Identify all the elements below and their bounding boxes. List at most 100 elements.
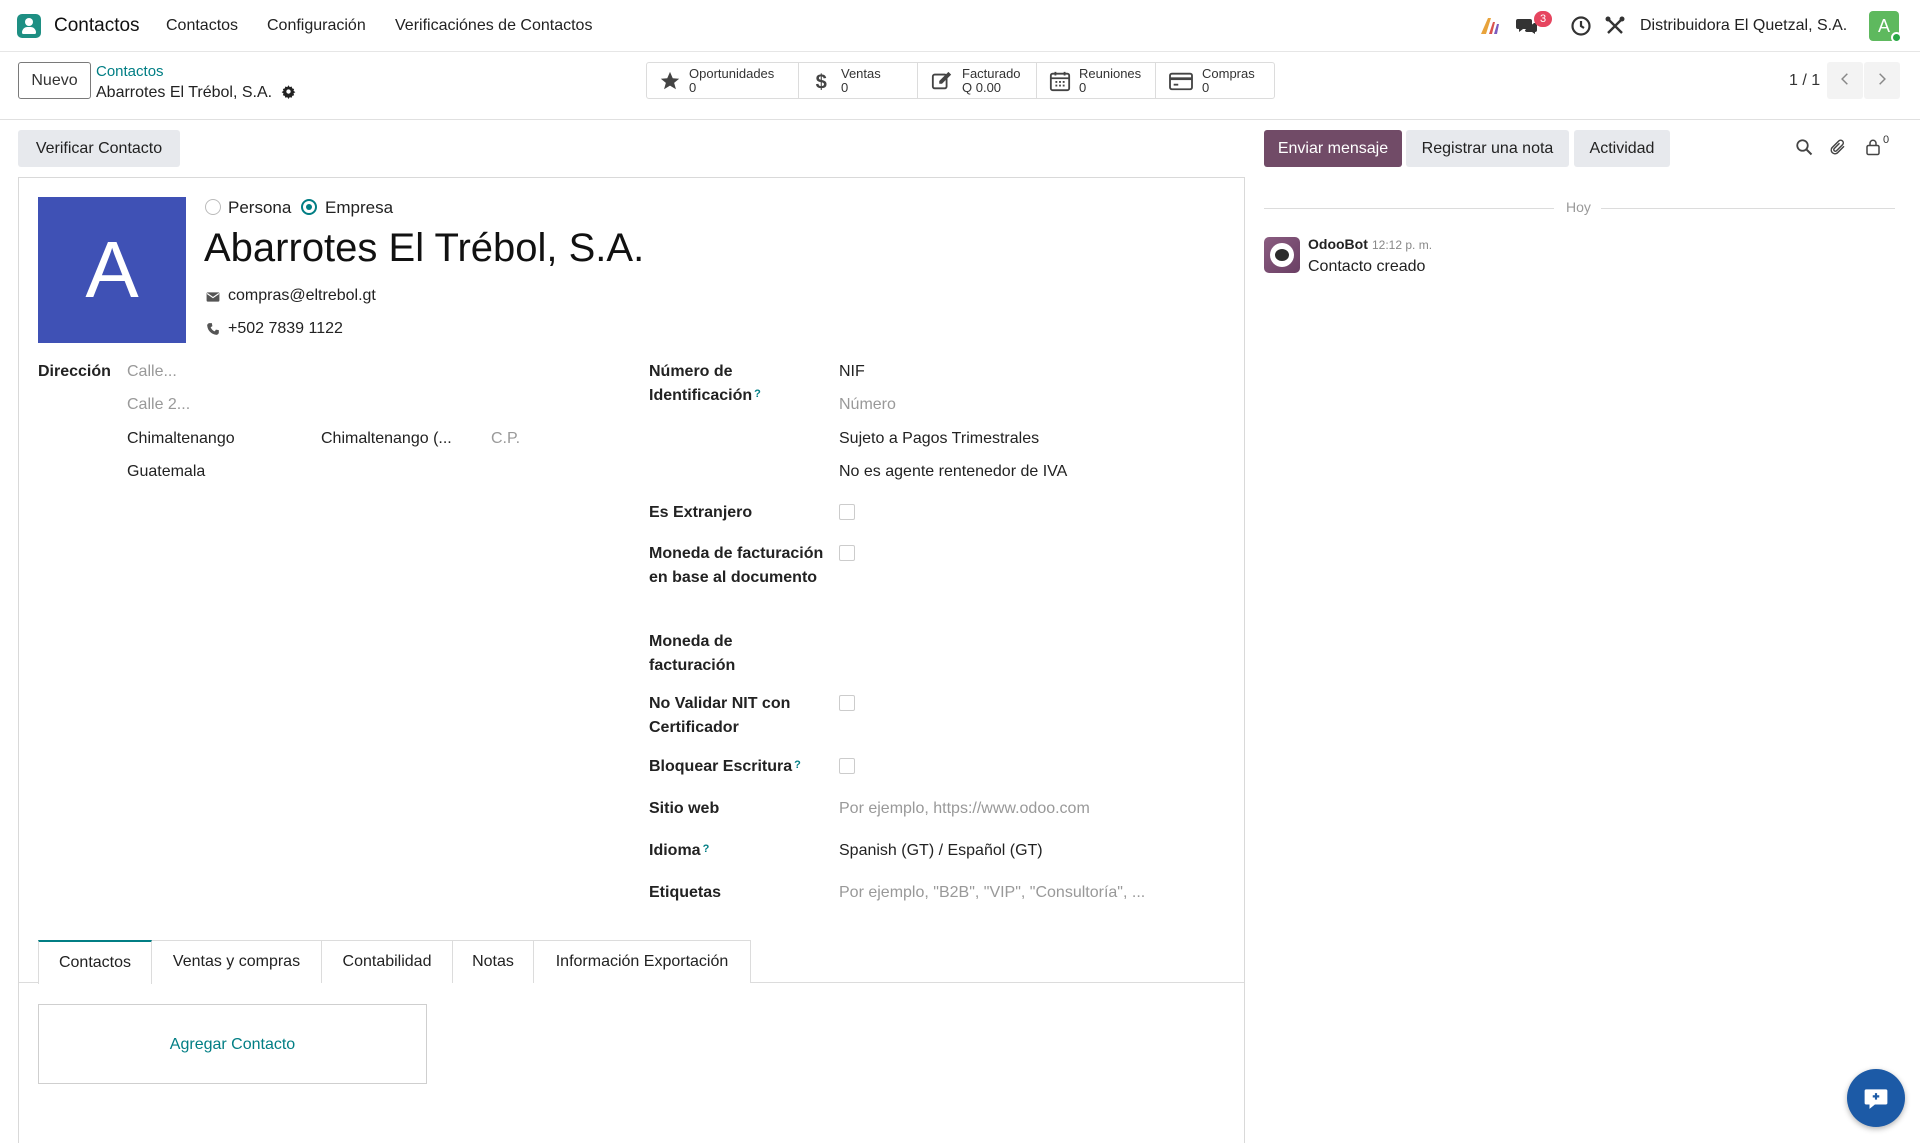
chevron-right-icon xyxy=(1879,73,1886,85)
lock-write-label-text: Bloquear Escritura xyxy=(649,758,793,775)
app-name[interactable]: Contactos xyxy=(54,15,140,37)
chat-plus-icon xyxy=(1864,1089,1888,1109)
smart-button-facturado[interactable]: Facturado Q 0.00 xyxy=(918,63,1037,98)
currency-label: Moneda de facturación xyxy=(649,633,736,674)
add-contact-button[interactable]: Agregar Contacto xyxy=(38,1004,427,1084)
smart-button-ventas[interactable]: $ Ventas 0 xyxy=(799,63,918,98)
followers-count[interactable]: 0 xyxy=(1883,134,1889,146)
street2-input[interactable]: Calle 2... xyxy=(127,396,190,414)
help-icon[interactable]: ? xyxy=(703,843,710,855)
day-divider-left xyxy=(1264,208,1554,209)
help-icon[interactable]: ? xyxy=(754,388,761,400)
radio-empresa[interactable] xyxy=(301,199,317,215)
menu-configuracion[interactable]: Configuración xyxy=(267,17,366,35)
tools-icon[interactable] xyxy=(1603,14,1627,38)
pager-value[interactable]: 1 / 1 xyxy=(1789,72,1820,90)
tab-ventas-compras[interactable]: Ventas y compras xyxy=(151,940,322,983)
calendar-icon xyxy=(1049,71,1071,91)
no-validate-nit-checkbox[interactable] xyxy=(839,695,855,711)
tags-input[interactable]: Por ejemplo, "B2B", "VIP", "Consultoría"… xyxy=(839,884,1145,902)
smart-value: 0 xyxy=(841,79,849,95)
smart-value: 0 xyxy=(1202,79,1210,95)
website-input[interactable]: Por ejemplo, https://www.odoo.com xyxy=(839,800,1090,818)
message-author[interactable]: OdooBot xyxy=(1308,236,1368,252)
radio-persona-label[interactable]: Persona xyxy=(228,198,291,218)
activity-button[interactable]: Actividad xyxy=(1574,130,1670,167)
paperclip-icon[interactable] xyxy=(1829,138,1847,156)
smart-buttons: Oportunidades 0 $ Ventas 0 Facturado Q 0.00… xyxy=(646,62,1275,99)
id-type-select[interactable]: NIF xyxy=(839,363,865,381)
foreign-label: Es Extranjero xyxy=(649,504,753,521)
tax-regime-select[interactable]: Sujeto a Pagos Trimestrales xyxy=(839,430,1039,448)
day-divider-right xyxy=(1601,208,1895,209)
partner-name-field[interactable]: Abarrotes El Trébol, S.A. xyxy=(204,226,644,271)
smart-value: Q 0.00 xyxy=(962,79,1002,95)
tags-label: Etiquetas xyxy=(649,884,722,901)
tab-contactos[interactable]: Contactos xyxy=(38,940,152,984)
smart-label: Facturado xyxy=(962,65,1021,81)
email-field[interactable]: compras@eltrebol.gt xyxy=(228,287,376,305)
ai-assistant-icon[interactable] xyxy=(1478,14,1502,38)
menu-contactos[interactable]: Contactos xyxy=(166,17,238,35)
pager-previous-button[interactable] xyxy=(1827,62,1863,99)
help-icon[interactable]: ? xyxy=(794,759,801,771)
pager-next-button[interactable] xyxy=(1864,62,1900,99)
smart-label: Reuniones xyxy=(1079,65,1142,81)
star-icon xyxy=(660,71,680,89)
gear-icon[interactable] xyxy=(281,84,296,99)
livechat-button[interactable] xyxy=(1847,1069,1905,1127)
iva-agent-select[interactable]: No es agente rentenedor de IVA xyxy=(839,463,1067,481)
phone-field[interactable]: +502 7839 1122 xyxy=(228,320,343,338)
phone-icon xyxy=(207,323,219,335)
pencil-square-icon xyxy=(931,71,952,89)
no-validate-nit-label: No Validar NIT con Certificador xyxy=(649,695,791,736)
message-time: 12:12 p. m. xyxy=(1372,238,1433,252)
breadcrumb-parent[interactable]: Contactos xyxy=(96,63,164,80)
id-number-input[interactable]: Número xyxy=(839,396,896,414)
form-sheet xyxy=(18,177,1245,1143)
smart-value: 0 xyxy=(689,79,697,95)
state-select[interactable]: Chimaltenango (... xyxy=(321,430,452,448)
foreign-checkbox[interactable] xyxy=(839,504,855,520)
tab-contabilidad[interactable]: Contabilidad xyxy=(321,940,453,983)
verify-contact-button[interactable]: Verificar Contacto xyxy=(18,130,180,167)
street-input[interactable]: Calle... xyxy=(127,363,177,381)
radio-persona[interactable] xyxy=(205,199,221,215)
menu-verificaciones[interactable]: Verificaciónes de Contactos xyxy=(395,17,592,35)
contacts-app-icon[interactable] xyxy=(17,14,41,38)
language-select[interactable]: Spanish (GT) / Español (GT) xyxy=(839,842,1043,860)
search-icon[interactable] xyxy=(1795,138,1813,156)
smart-value: 0 xyxy=(1079,79,1087,95)
send-message-button[interactable]: Enviar mensaje xyxy=(1264,130,1402,167)
radio-empresa-label[interactable]: Empresa xyxy=(325,198,393,218)
new-button[interactable]: Nuevo xyxy=(18,62,91,99)
lock-write-checkbox[interactable] xyxy=(839,758,855,774)
country-select[interactable]: Guatemala xyxy=(127,463,205,481)
currency-doc-checkbox[interactable] xyxy=(839,545,855,561)
odoobot-avatar[interactable] xyxy=(1264,237,1300,273)
breadcrumb-current-label: Abarrotes El Trébol, S.A. xyxy=(96,84,273,101)
breadcrumb-current: Abarrotes El Trébol, S.A. xyxy=(96,82,296,102)
city-input[interactable]: Chimaltenango xyxy=(127,430,235,448)
company-avatar[interactable]: A xyxy=(38,197,186,343)
id-number-label-text: Número de Identificación xyxy=(649,363,753,404)
zip-input[interactable]: C.P. xyxy=(491,430,520,448)
smart-button-reuniones[interactable]: Reuniones 0 xyxy=(1037,63,1156,98)
smart-button-compras[interactable]: Compras 0 xyxy=(1156,63,1274,98)
svg-text:$: $ xyxy=(816,71,827,92)
messages-badge: 3 xyxy=(1534,11,1552,27)
clock-icon[interactable] xyxy=(1569,14,1593,38)
lock-write-label: Bloquear Escritura? xyxy=(649,755,801,779)
follower-lock-icon[interactable] xyxy=(1864,138,1882,156)
website-label: Sitio web xyxy=(649,800,720,817)
tab-informacion-exportacion[interactable]: Información Exportación xyxy=(533,940,751,983)
message-body: Contacto creado xyxy=(1308,258,1426,275)
smart-button-oportunidades[interactable]: Oportunidades 0 xyxy=(647,63,799,98)
day-label: Hoy xyxy=(1566,199,1591,215)
address-label: Dirección xyxy=(38,363,111,380)
tab-notas[interactable]: Notas xyxy=(452,940,534,983)
language-label: Idioma? xyxy=(649,839,709,863)
log-note-button[interactable]: Registrar una nota xyxy=(1406,130,1569,167)
company-switcher[interactable]: Distribuidora El Quetzal, S.A. xyxy=(1640,17,1847,35)
online-status-dot xyxy=(1891,32,1902,43)
